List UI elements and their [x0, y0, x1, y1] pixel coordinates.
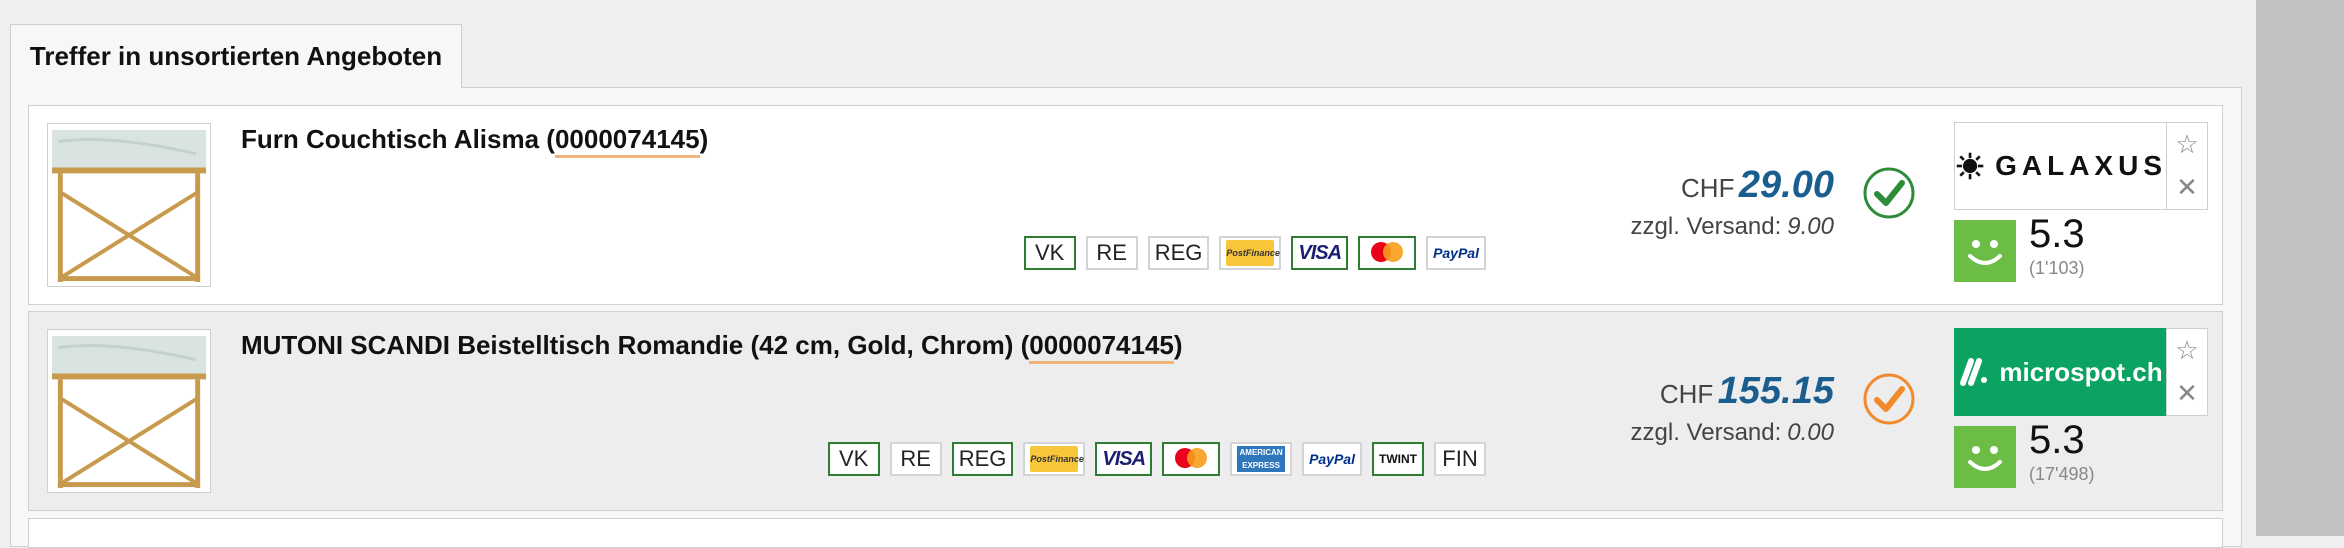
shipping-label: zzgl. Versand:: [1630, 213, 1782, 240]
offer-title[interactable]: MUTONI SCANDI Beistelltisch Romandie (42…: [241, 330, 1183, 364]
product-image[interactable]: [47, 123, 211, 287]
table-illustration-icon: [51, 335, 207, 489]
visa-icon: VISA: [1291, 236, 1349, 270]
tab-unsorted-offers[interactable]: Treffer in unsortierten Angeboten: [10, 24, 462, 88]
twint-icon: TWINT: [1372, 442, 1424, 476]
smiley-icon: [1954, 426, 2016, 488]
rating-count: (17'498): [2029, 464, 2095, 484]
smiley-icon: [1954, 220, 2016, 282]
price-block: CHF 29.00 zzgl. Versand: 9.00: [1631, 166, 1834, 242]
price: 29.00: [1738, 164, 1834, 206]
rating-score: 5.3: [2029, 212, 2085, 256]
shop-logo-galaxus[interactable]: GALAXUS: [1954, 122, 2168, 210]
shop-actions: ☆ ✕: [2166, 122, 2208, 210]
payment-vk-badge: VK: [1023, 236, 1076, 270]
payment-reg-badge: REG: [1147, 236, 1210, 270]
currency: CHF: [1659, 379, 1714, 409]
paypal-icon: PayPal: [1426, 236, 1486, 270]
offer-row: MUTONI SCANDI Beistelltisch Romandie (42…: [28, 311, 2223, 511]
price: 155.15: [1717, 370, 1834, 412]
shop-actions: ☆ ✕: [2166, 328, 2208, 416]
payment-re-badge: RE: [889, 442, 942, 476]
payment-fin-badge: FIN: [1434, 442, 1486, 476]
title-end: ): [1173, 330, 1183, 360]
title-end: ): [699, 124, 709, 154]
shipping-label: zzgl. Versand:: [1630, 419, 1782, 446]
title-text: MUTONI SCANDI Beistelltisch Romandie (42…: [241, 330, 1030, 360]
rating-score: 5.3: [2029, 418, 2085, 462]
star-icon[interactable]: ☆: [2175, 129, 2198, 160]
offer-title[interactable]: Furn Couchtisch Alisma (0000074145): [241, 124, 709, 158]
offer-row: Furn Couchtisch Alisma (0000074145) VK R…: [28, 105, 2223, 305]
close-icon[interactable]: ✕: [2176, 172, 2198, 203]
shipping-value: 9.00: [1787, 213, 1834, 240]
product-image[interactable]: [47, 329, 211, 493]
postfinance-icon: PostFinance: [1219, 236, 1282, 270]
star-icon[interactable]: ☆: [2175, 335, 2198, 366]
window-gutter: [2256, 0, 2344, 536]
ean-code: 0000074145: [554, 124, 700, 158]
ean-code: 0000074145: [1029, 330, 1174, 364]
payment-vk-badge: VK: [827, 442, 880, 476]
title-text: Furn Couchtisch Alisma (: [241, 124, 555, 154]
shop-logo-microspot[interactable]: microspot.ch: [1954, 328, 2168, 416]
payment-methods: VK RE REG PostFinance VISA PayPal: [1023, 236, 1486, 270]
close-icon[interactable]: ✕: [2176, 378, 2198, 409]
visa-icon: VISA: [1095, 442, 1153, 476]
tab-label: Treffer in unsortierten Angeboten: [29, 41, 443, 71]
payment-methods: VK RE REG PostFinance VISA AMERICAN EXPR…: [827, 442, 1486, 476]
shop-name: GALAXUS: [1995, 150, 2167, 181]
mastercard-icon: [1162, 442, 1221, 476]
rating-count: (1'103): [2029, 258, 2085, 278]
mastercard-icon: [1358, 236, 1417, 270]
microspot-logo-icon: [1960, 358, 1988, 386]
paypal-icon: PayPal: [1302, 442, 1362, 476]
checkmark-icon: [1863, 167, 1915, 219]
checkmark-icon: [1863, 373, 1915, 425]
galaxus-logo-icon: [1956, 152, 1984, 180]
currency: CHF: [1681, 173, 1735, 203]
price-block: CHF 155.15 zzgl. Versand: 0.00: [1631, 372, 1834, 448]
shipping-value: 0.00: [1787, 419, 1834, 446]
postfinance-icon: PostFinance: [1023, 442, 1086, 476]
shop-name: microspot.ch: [1999, 356, 2163, 387]
payment-reg-badge: REG: [951, 442, 1014, 476]
offer-row-partial: [28, 518, 2223, 548]
table-illustration-icon: [51, 129, 207, 283]
payment-re-badge: RE: [1085, 236, 1138, 270]
amex-icon: AMERICAN EXPRESS: [1230, 442, 1293, 476]
